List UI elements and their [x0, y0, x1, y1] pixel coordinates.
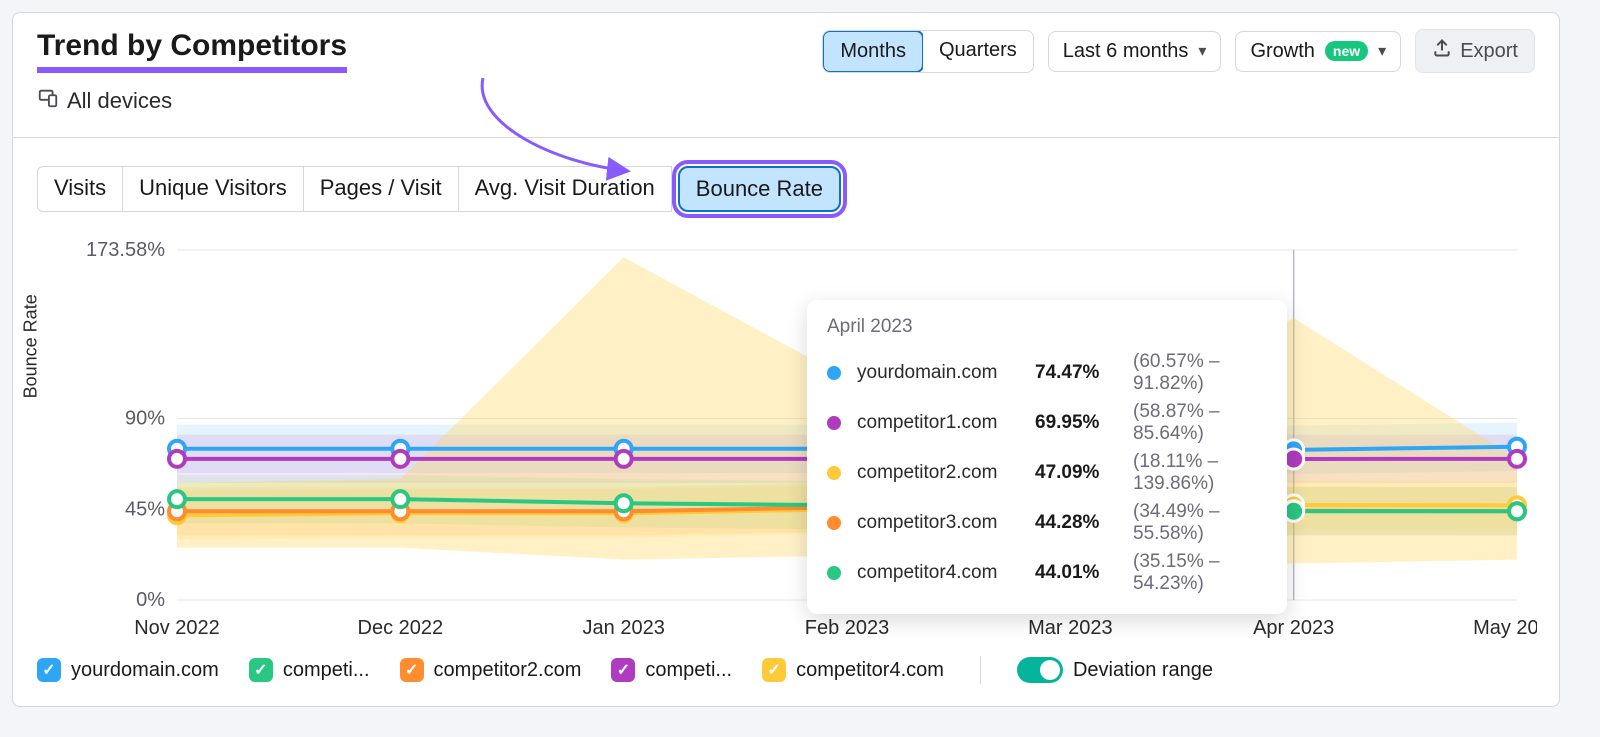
tooltip-series-name: yourdomain.com: [857, 362, 1027, 384]
svg-text:Apr 2023: Apr 2023: [1253, 617, 1334, 639]
tooltip-series-name: competitor3.com: [857, 512, 1027, 534]
tooltip-row: competitor2.com 47.09% (18.11% – 139.86%): [827, 448, 1267, 498]
svg-text:May 2023: May 2023: [1473, 617, 1537, 639]
series-dot-icon: [827, 416, 841, 430]
chart-legend: ✓ yourdomain.com ✓ competi... ✓ competitor2.c…: [37, 656, 1535, 684]
svg-text:Dec 2022: Dec 2022: [358, 617, 444, 639]
tooltip-row: yourdomain.com 74.47% (60.57% – 91.82%): [827, 348, 1267, 398]
tab-avg-duration[interactable]: Avg. Visit Duration: [459, 166, 672, 212]
period-months[interactable]: Months: [822, 30, 924, 73]
chart-tooltip: April 2023 yourdomain.com 74.47% (60.57% –…: [807, 300, 1287, 614]
tooltip-value: 74.47%: [1035, 362, 1125, 384]
legend-item[interactable]: ✓ competi...: [611, 658, 732, 682]
tooltip-range: (60.57% – 91.82%): [1133, 351, 1267, 395]
checkbox-icon: ✓: [37, 658, 61, 682]
svg-text:0%: 0%: [136, 589, 165, 611]
tooltip-range: (18.11% – 139.86%): [1133, 451, 1267, 495]
svg-text:45%: 45%: [125, 498, 165, 520]
devices-icon: [37, 87, 59, 115]
tooltip-value: 44.01%: [1035, 562, 1125, 584]
svg-text:Mar 2023: Mar 2023: [1028, 617, 1113, 639]
tab-unique-visitors[interactable]: Unique Visitors: [123, 166, 304, 212]
series-dot-icon: [827, 466, 841, 480]
tooltip-value: 69.95%: [1035, 412, 1125, 434]
series-dot-icon: [827, 566, 841, 580]
tooltip-range: (35.15% – 54.23%): [1133, 551, 1267, 595]
svg-text:Nov 2022: Nov 2022: [134, 617, 220, 639]
export-label: Export: [1460, 40, 1518, 63]
series-dot-icon: [827, 516, 841, 530]
trend-card: Trend by Competitors All devices Months …: [12, 12, 1560, 707]
tab-visits[interactable]: Visits: [37, 166, 123, 212]
tooltip-value: 44.28%: [1035, 512, 1125, 534]
tooltip-range: (34.49% – 55.58%): [1133, 501, 1267, 545]
checkbox-icon: ✓: [762, 658, 786, 682]
legend-item[interactable]: ✓ competi...: [249, 658, 370, 682]
legend-label: competi...: [645, 659, 732, 682]
divider: [13, 137, 1559, 138]
tooltip-row: competitor1.com 69.95% (58.87% – 85.64%): [827, 398, 1267, 448]
period-quarters[interactable]: Quarters: [923, 31, 1033, 72]
page-title: Trend by Competitors: [37, 29, 347, 73]
legend-label: competitor4.com: [796, 659, 944, 682]
deviation-toggle[interactable]: Deviation range: [1017, 657, 1213, 683]
y-axis-label: Bounce Rate: [21, 294, 42, 398]
period-segment: Months Quarters: [822, 30, 1033, 73]
growth-dropdown[interactable]: Growth new ▾: [1235, 31, 1401, 72]
title-block: Trend by Competitors All devices: [37, 29, 347, 115]
checkbox-icon: ✓: [400, 658, 424, 682]
metric-tabs: Visits Unique Visitors Pages / Visit Avg…: [37, 166, 1535, 212]
toggle-switch-icon: [1017, 657, 1063, 683]
tooltip-value: 47.09%: [1035, 462, 1125, 484]
legend-item[interactable]: ✓ yourdomain.com: [37, 658, 219, 682]
checkbox-icon: ✓: [249, 658, 273, 682]
range-label: Last 6 months: [1063, 40, 1189, 63]
range-dropdown[interactable]: Last 6 months ▾: [1048, 31, 1222, 72]
legend-item[interactable]: ✓ competitor2.com: [400, 658, 582, 682]
series-dot-icon: [827, 366, 841, 380]
legend-label: competitor2.com: [434, 659, 582, 682]
card-header: Trend by Competitors All devices Months …: [37, 29, 1535, 115]
growth-label: Growth: [1250, 40, 1314, 63]
tooltip-series-name: competitor2.com: [857, 462, 1027, 484]
tooltip-range: (58.87% – 85.64%): [1133, 401, 1267, 445]
tooltip-title: April 2023: [827, 316, 1267, 338]
svg-text:Feb 2023: Feb 2023: [805, 617, 890, 639]
tooltip-row: competitor4.com 44.01% (35.15% – 54.23%): [827, 548, 1267, 598]
tooltip-series-name: competitor1.com: [857, 412, 1027, 434]
legend-item[interactable]: ✓ competitor4.com: [762, 658, 944, 682]
legend-label: competi...: [283, 659, 370, 682]
legend-label: yourdomain.com: [71, 659, 219, 682]
checkbox-icon: ✓: [611, 658, 635, 682]
tab-pages-visit[interactable]: Pages / Visit: [304, 166, 459, 212]
svg-text:90%: 90%: [125, 408, 165, 430]
svg-text:173.58%: 173.58%: [86, 240, 165, 261]
svg-text:Jan 2023: Jan 2023: [583, 617, 665, 639]
devices-label: All devices: [67, 88, 172, 114]
chart-container: Bounce Rate 173.58%90%45%0%Nov 2022Dec 2…: [37, 240, 1535, 640]
export-button[interactable]: Export: [1415, 29, 1535, 73]
top-controls: Months Quarters Last 6 months ▾ Growth n…: [822, 29, 1535, 73]
deviation-label: Deviation range: [1073, 659, 1213, 682]
line-chart[interactable]: 173.58% 90% 45% 0% Nov 2022 Dec 2022 Jan 2023 F…: [37, 240, 1537, 640]
chevron-down-icon: ▾: [1198, 41, 1206, 61]
chevron-down-icon: ▾: [1378, 41, 1386, 61]
tooltip-series-name: competitor4.com: [857, 562, 1027, 584]
tooltip-row: competitor3.com 44.28% (34.49% – 55.58%): [827, 498, 1267, 548]
new-badge: new: [1325, 41, 1368, 61]
export-icon: [1432, 38, 1452, 64]
legend-divider: [980, 656, 981, 684]
tab-bounce-rate[interactable]: Bounce Rate: [678, 166, 841, 212]
devices-row[interactable]: All devices: [37, 87, 347, 115]
